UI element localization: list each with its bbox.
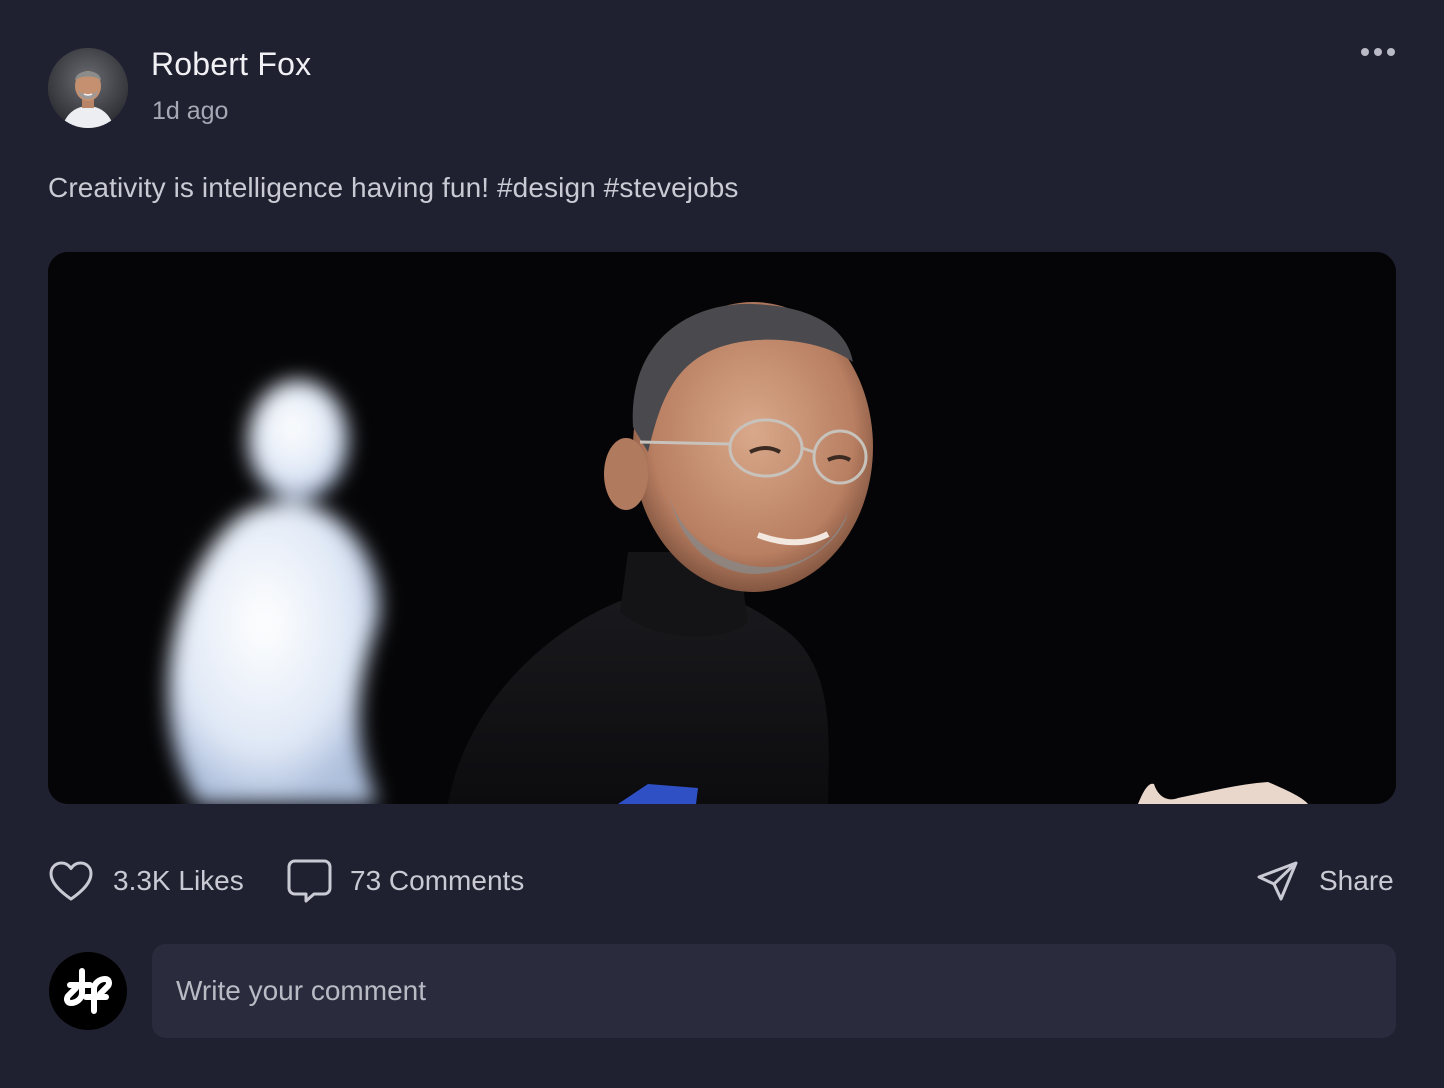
- comment-bubble-icon: [286, 858, 333, 904]
- send-paper-plane-icon: [1256, 860, 1299, 902]
- brand-knot-logo-icon: [64, 968, 112, 1014]
- share-label: Share: [1319, 865, 1394, 896]
- like-button[interactable]: 3.3K Likes: [48, 856, 244, 906]
- avatar-photo: [48, 48, 128, 128]
- heart-icon: [48, 860, 94, 902]
- comment-input[interactable]: [152, 944, 1396, 1038]
- share-button[interactable]: Share: [1256, 856, 1394, 906]
- likes-count: 3.3K Likes: [113, 865, 244, 896]
- more-horizontal-icon: [1361, 48, 1395, 56]
- current-user-avatar[interactable]: [49, 952, 127, 1030]
- post-caption: Creativity is intelligence having fun! #…: [48, 172, 739, 203]
- comment-button[interactable]: 73 Comments: [286, 856, 524, 906]
- more-options-button[interactable]: [1352, 36, 1404, 68]
- comments-count: 73 Comments: [350, 865, 525, 896]
- post-timestamp: 1d ago: [152, 97, 229, 125]
- author-name[interactable]: Robert Fox: [151, 46, 311, 83]
- author-avatar[interactable]: [48, 48, 128, 128]
- post-photo: [48, 252, 1396, 804]
- post-image[interactable]: [48, 252, 1396, 804]
- post-card: Robert Fox 1d ago Creativity is intellig…: [0, 0, 1444, 1086]
